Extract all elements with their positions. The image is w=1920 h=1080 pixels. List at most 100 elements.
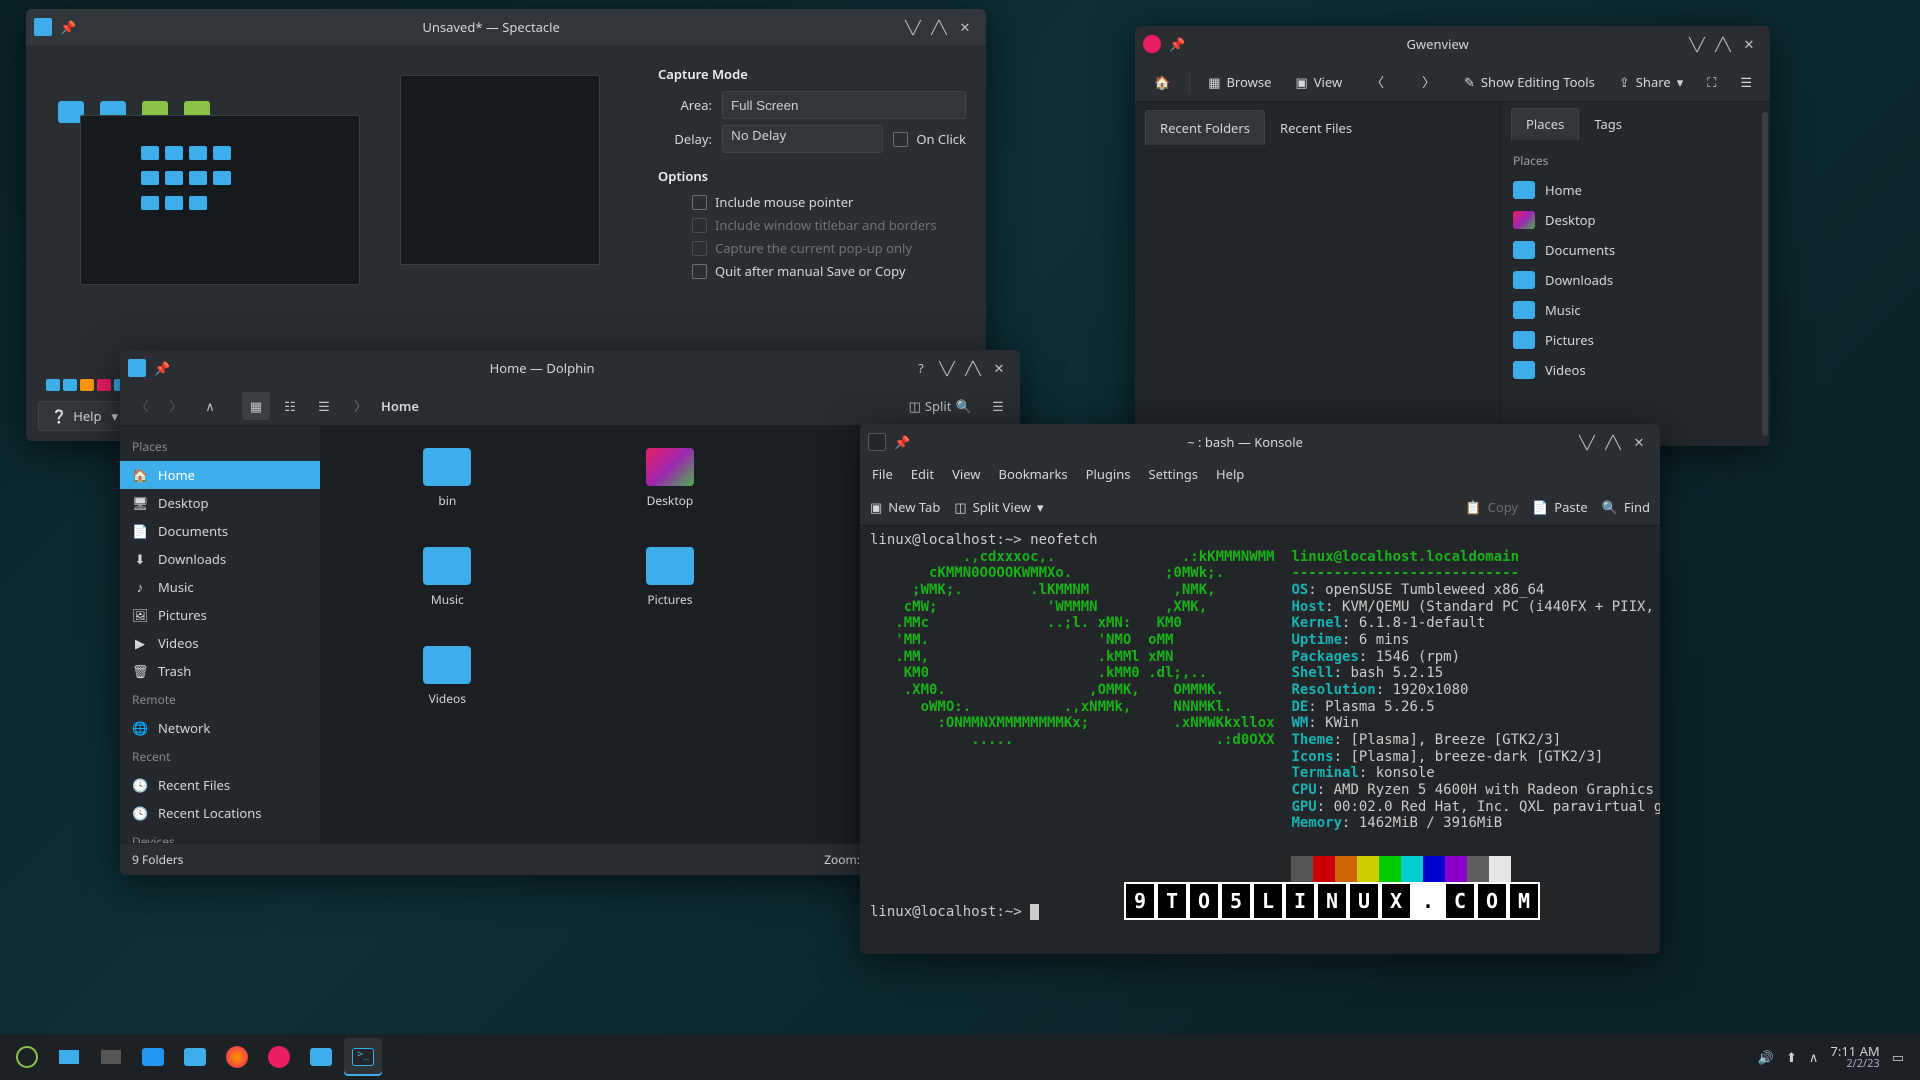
- view-button[interactable]: ▣ View: [1285, 67, 1352, 97]
- pin-icon[interactable]: 📌: [1169, 35, 1185, 53]
- file-music[interactable]: Music: [387, 547, 507, 642]
- minimize-button[interactable]: ╲╱: [934, 355, 960, 381]
- breadcrumb[interactable]: 〉Home: [344, 394, 910, 418]
- find-button[interactable]: 🔍 Find: [1602, 498, 1650, 516]
- next-button[interactable]: 〉: [1412, 67, 1445, 97]
- gwenview-task[interactable]: [260, 1038, 298, 1076]
- sidebar-item-music[interactable]: ♪Music: [120, 573, 320, 601]
- minimize-button[interactable]: ╲╱: [1684, 31, 1710, 57]
- maximize-button[interactable]: ╱╲: [960, 355, 986, 381]
- place-desktop[interactable]: Desktop: [1501, 205, 1770, 235]
- area-select[interactable]: Full Screen: [722, 91, 966, 119]
- dolphin-task[interactable]: [176, 1038, 214, 1076]
- sidebar-item-network[interactable]: 🌐Network: [120, 714, 320, 742]
- details-view-button[interactable]: ☰: [310, 392, 338, 420]
- fullscreen-button[interactable]: ⛶: [1697, 67, 1726, 97]
- terminal-output[interactable]: linux@localhost:~> neofetch .,cdxxxoc,. …: [860, 526, 1660, 948]
- menu-settings[interactable]: Settings: [1149, 465, 1198, 483]
- sidebar-item-documents[interactable]: 📄Documents: [120, 517, 320, 545]
- tab-recent-files[interactable]: Recent Files: [1265, 110, 1367, 145]
- close-button[interactable]: ✕: [1736, 31, 1762, 57]
- home-button[interactable]: 🏠: [1143, 67, 1181, 97]
- paste-button[interactable]: 📄 Paste: [1532, 498, 1588, 516]
- delay-spinner[interactable]: No Delay: [722, 125, 883, 153]
- close-button[interactable]: ✕: [1626, 429, 1652, 455]
- menu-file[interactable]: File: [872, 465, 893, 483]
- sidebar-item-home[interactable]: 🏠Home: [120, 461, 320, 489]
- icons-view-button[interactable]: ▦: [242, 392, 270, 420]
- sidebar-item-pictures[interactable]: 🖼Pictures: [120, 601, 320, 629]
- help-button[interactable]: ?: [908, 355, 934, 381]
- tray-expand-icon[interactable]: ∧: [1809, 1048, 1819, 1066]
- file-bin[interactable]: bin: [387, 448, 507, 543]
- maximize-button[interactable]: ╱╲: [1710, 31, 1736, 57]
- gwenview-titlebar[interactable]: 📌 Gwenview ╲╱ ╱╲ ✕: [1135, 26, 1770, 62]
- forward-button[interactable]: 〉: [162, 392, 190, 420]
- sidebar-item-recent-files[interactable]: 🕓Recent Files: [120, 771, 320, 799]
- app-launcher-button[interactable]: [8, 1038, 46, 1076]
- menu-bookmarks[interactable]: Bookmarks: [999, 465, 1068, 483]
- place-videos[interactable]: Videos: [1501, 355, 1770, 385]
- close-button[interactable]: ✕: [952, 14, 978, 40]
- place-music[interactable]: Music: [1501, 295, 1770, 325]
- sidebar-item-videos[interactable]: ▶Videos: [120, 629, 320, 657]
- volume-icon[interactable]: 🔊: [1758, 1048, 1774, 1066]
- place-pictures[interactable]: Pictures: [1501, 325, 1770, 355]
- discover-task[interactable]: [134, 1038, 172, 1076]
- file-desktop[interactable]: Desktop: [610, 448, 730, 543]
- clock[interactable]: 7:11 AM 2/2/23: [1830, 1044, 1879, 1070]
- tab-places[interactable]: Places: [1511, 108, 1579, 140]
- sidebar-item-trash[interactable]: 🗑Trash: [120, 657, 320, 685]
- dolphin-titlebar[interactable]: 📌 Home — Dolphin ? ╲╱ ╱╲ ✕: [120, 350, 1020, 386]
- quit-checkbox[interactable]: [692, 264, 707, 279]
- network-icon[interactable]: ⬆: [1786, 1048, 1797, 1066]
- editing-tools-button[interactable]: ✎ Show Editing Tools: [1454, 67, 1605, 97]
- newtab-button[interactable]: ▣ New Tab: [870, 498, 940, 516]
- close-button[interactable]: ✕: [986, 355, 1012, 381]
- maximize-button[interactable]: ╱╲: [1600, 429, 1626, 455]
- up-button[interactable]: ∧: [196, 392, 224, 420]
- mouse-checkbox[interactable]: [692, 195, 707, 210]
- compact-view-button[interactable]: ☷: [276, 392, 304, 420]
- menu-view[interactable]: View: [952, 465, 980, 483]
- konsole-menubar[interactable]: File Edit View Bookmarks Plugins Settings Help: [860, 460, 1660, 488]
- search-button[interactable]: 🔍: [950, 392, 978, 420]
- pin-icon[interactable]: 📌: [894, 433, 910, 451]
- splitview-button[interactable]: ◫ Split View ▾: [954, 498, 1043, 516]
- place-documents[interactable]: Documents: [1501, 235, 1770, 265]
- task-manager-button[interactable]: [50, 1038, 88, 1076]
- copy-button[interactable]: 📋 Copy: [1465, 498, 1518, 516]
- tab-recent-folders[interactable]: Recent Folders: [1145, 110, 1265, 145]
- place-downloads[interactable]: Downloads: [1501, 265, 1770, 295]
- scrollbar[interactable]: [1762, 112, 1768, 436]
- minimize-button[interactable]: ╲╱: [1574, 429, 1600, 455]
- file-pictures[interactable]: Pictures: [610, 547, 730, 642]
- konsole-titlebar[interactable]: 📌 ~ : bash — Konsole ╲╱ ╱╲ ✕: [860, 424, 1660, 460]
- tab-tags[interactable]: Tags: [1579, 108, 1637, 140]
- file-videos[interactable]: Videos: [387, 646, 507, 741]
- pin-icon[interactable]: 📌: [60, 18, 76, 36]
- help-button[interactable]: ❔ Help▾: [38, 401, 131, 431]
- show-desktop-button[interactable]: ▭: [1892, 1048, 1904, 1066]
- pin-icon[interactable]: 📌: [154, 359, 170, 377]
- split-button[interactable]: ◫ Split: [916, 392, 944, 420]
- menu-button[interactable]: ☰: [984, 392, 1012, 420]
- maximize-button[interactable]: ╱╲: [926, 14, 952, 40]
- menu-button[interactable]: ☰: [1730, 67, 1762, 97]
- firefox-task[interactable]: [218, 1038, 256, 1076]
- konsole-task[interactable]: >_: [344, 1038, 382, 1076]
- prev-button[interactable]: 〈: [1361, 67, 1394, 97]
- share-button[interactable]: ⇪ Share ▾: [1609, 67, 1693, 97]
- menu-plugins[interactable]: Plugins: [1086, 465, 1131, 483]
- sidebar-item-downloads[interactable]: ⬇Downloads: [120, 545, 320, 573]
- menu-edit[interactable]: Edit: [911, 465, 934, 483]
- menu-help[interactable]: Help: [1216, 465, 1244, 483]
- activities-button[interactable]: [92, 1038, 130, 1076]
- sidebar-item-recent-locations[interactable]: 🕓Recent Locations: [120, 799, 320, 827]
- minimize-button[interactable]: ╲╱: [900, 14, 926, 40]
- back-button[interactable]: 〈: [128, 392, 156, 420]
- place-home[interactable]: Home: [1501, 175, 1770, 205]
- spectacle-titlebar[interactable]: 📌 Unsaved* — Spectacle ╲╱ ╱╲ ✕: [26, 9, 986, 45]
- onclick-checkbox[interactable]: [893, 132, 908, 147]
- browse-button[interactable]: ▦ Browse: [1198, 67, 1281, 97]
